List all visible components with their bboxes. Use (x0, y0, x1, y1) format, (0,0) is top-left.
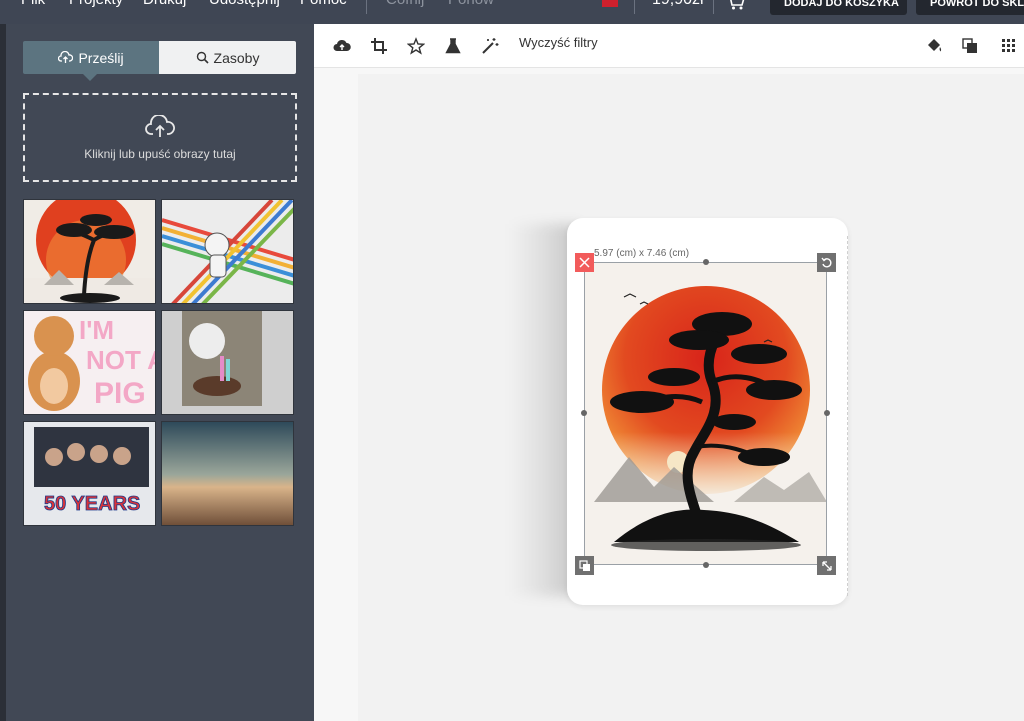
dropzone-text: Kliknij lub upuść obrazy tutaj (84, 146, 236, 161)
magic-wand-icon[interactable] (481, 37, 499, 55)
menu-help[interactable]: Pomoc (300, 0, 347, 8)
menu-file[interactable]: Plik (21, 0, 45, 8)
bleed-line (845, 236, 848, 596)
astronaut-stripes-image (162, 200, 293, 303)
back-to-shop-button[interactable]: POWRÓT DO SKL (916, 0, 1024, 15)
menu-share[interactable]: Udostępnij (209, 0, 280, 8)
resize-handle-right[interactable] (824, 410, 830, 416)
clear-filters-button[interactable]: Wyczyść filtry (519, 35, 598, 50)
resize-diagonal-icon (821, 560, 832, 571)
layer-order-button[interactable] (575, 556, 594, 575)
redo-button[interactable]: Ponów (448, 0, 494, 8)
add-to-cart-button[interactable]: DODAJ DO KOSZYKA (770, 0, 907, 15)
price-divider (713, 0, 714, 14)
cloud-upload-icon[interactable] (333, 37, 351, 55)
svg-text:PIG: PIG (94, 377, 146, 410)
editor-toolbar: Wyczyść filtry (314, 24, 1024, 68)
flag-divider (634, 0, 635, 14)
top-menu-bar: Plik Projekty Drukuj Udostępnij Pomoc Co… (0, 0, 1024, 24)
svg-text:I'M: I'M (79, 315, 114, 345)
resize-handle-top[interactable] (703, 259, 709, 265)
price-label: 19,90zł (652, 0, 704, 9)
layers-icon (578, 559, 590, 571)
resize-handle-left[interactable] (581, 410, 587, 416)
tab-resources-label: Zasoby (213, 49, 260, 66)
language-flag-icon[interactable] (602, 0, 618, 7)
svg-text:50 YEARS: 50 YEARS (44, 493, 140, 515)
selection-frame[interactable] (584, 262, 827, 565)
menu-print[interactable]: Drukuj (143, 0, 186, 8)
svg-text:NOT A: NOT A (86, 345, 156, 375)
cart-icon[interactable] (726, 0, 746, 10)
rotate-button[interactable] (817, 253, 836, 272)
delete-element-button[interactable] (575, 253, 594, 272)
paint-bucket-icon[interactable] (925, 37, 943, 55)
tab-upload[interactable]: Prześlij (23, 41, 159, 81)
undo-button[interactable]: Cofnij (386, 0, 424, 8)
tab-upload-label: Prześlij (78, 49, 124, 66)
star-icon[interactable] (407, 37, 425, 55)
rotate-icon (820, 257, 832, 268)
tab-resources[interactable]: Zasoby (159, 41, 296, 74)
menu-projects[interactable]: Projekty (69, 0, 123, 8)
thumb-im-not-a-pig[interactable]: I'M NOT A PIG (23, 310, 156, 415)
dimensions-label: 5.97 (cm) x 7.46 (cm) (594, 248, 690, 259)
thumb-astronaut-stripes[interactable] (161, 199, 294, 304)
close-icon (579, 257, 590, 268)
thumb-band-50-years[interactable]: 50 YEARS (23, 421, 156, 526)
sidebar: Prześlij Zasoby Kliknij lub upuść obrazy… (6, 24, 314, 721)
thumb-bonsai-sunset[interactable] (23, 199, 156, 304)
scale-button[interactable] (817, 556, 836, 575)
flask-icon[interactable] (444, 37, 462, 55)
thumb-dog-cake[interactable] (161, 310, 294, 415)
landscape-horizon-image (162, 422, 293, 525)
search-icon (196, 51, 209, 64)
image-dropzone[interactable]: Kliknij lub upuść obrazy tutaj (23, 93, 297, 182)
cloud-upload-icon (58, 51, 74, 63)
layers-icon[interactable] (961, 37, 979, 55)
grid-icon[interactable] (1000, 37, 1018, 55)
dog-cake-image (162, 311, 293, 414)
resize-handle-bottom[interactable] (703, 562, 709, 568)
band-50-years-image: 50 YEARS (24, 422, 155, 525)
cloud-upload-icon (145, 114, 175, 137)
crop-icon[interactable] (370, 37, 388, 55)
im-not-a-pig-image: I'M NOT A PIG (24, 311, 156, 414)
thumb-landscape-horizon[interactable] (161, 421, 294, 526)
menu-divider (366, 0, 367, 14)
bonsai-sunset-image (24, 200, 155, 303)
